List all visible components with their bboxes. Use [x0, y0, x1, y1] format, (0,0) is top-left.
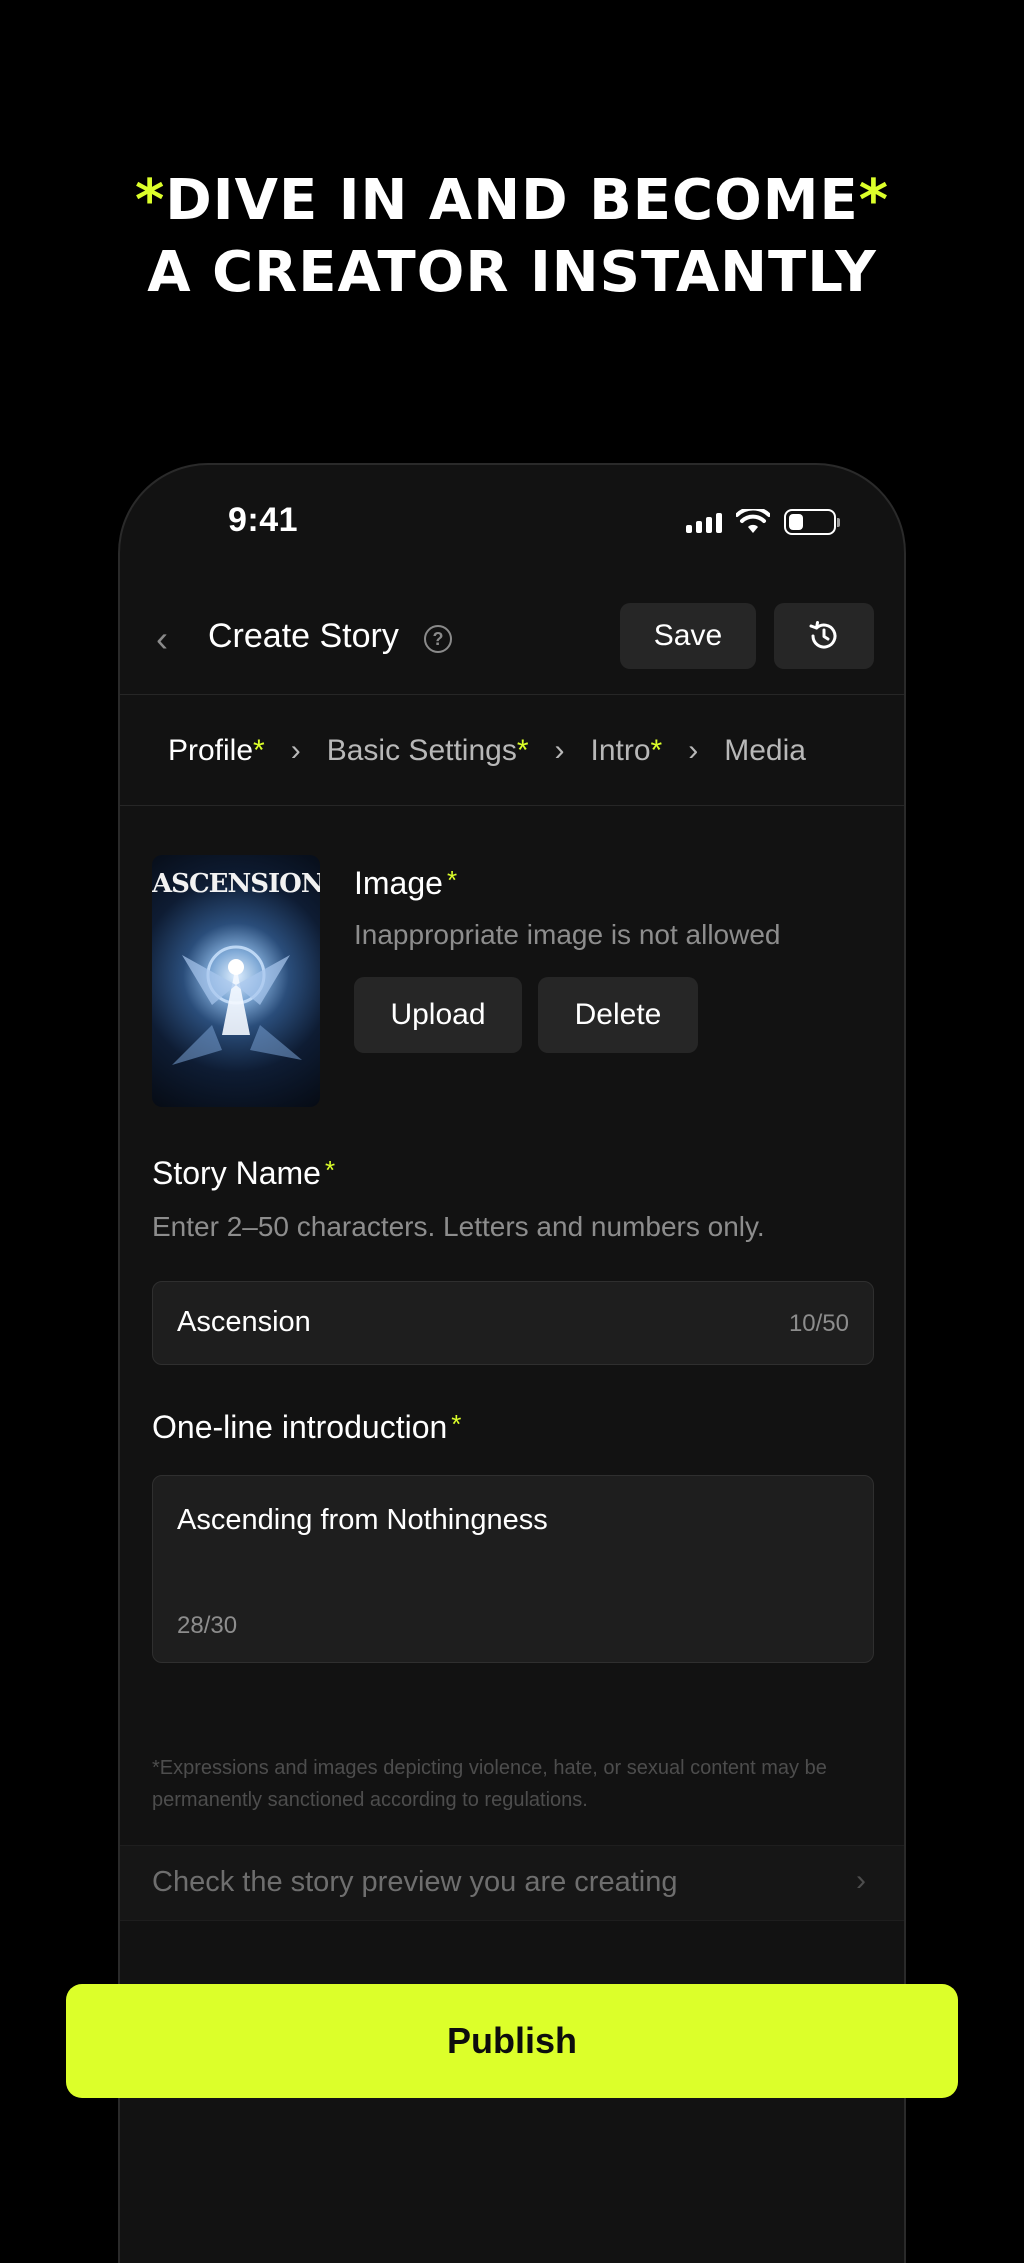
intro-textarea[interactable]: Ascending from Nothingness 28/30 — [152, 1475, 874, 1663]
status-icons — [686, 509, 840, 535]
delete-button[interactable]: Delete — [538, 977, 698, 1053]
image-hint: Inappropriate image is not allowed — [354, 919, 781, 950]
intro-counter: 28/30 — [177, 1612, 238, 1639]
intro-value: Ascending from Nothingness — [177, 1504, 548, 1536]
chevron-left-icon[interactable]: ‹ — [156, 619, 168, 659]
cover-figure — [172, 945, 302, 1065]
content-disclaimer: *Expressions and images depicting violen… — [152, 1757, 827, 1811]
preview-label: Check the story preview you are creating — [152, 1866, 678, 1898]
question-circle-icon[interactable]: ? — [424, 625, 452, 653]
step-basic-settings[interactable]: Basic Settings* — [327, 734, 529, 768]
story-name-label: Story Name * — [152, 1155, 336, 1191]
image-label: Image * — [354, 865, 458, 901]
headline-text-1: DIVE IN AND BECOME — [165, 168, 859, 233]
story-name-counter: 10/50 — [788, 1310, 849, 1337]
publish-button[interactable]: Publish — [66, 1984, 958, 2098]
promo-headline: *DIVE IN AND BECOME* A CREATOR INSTANTLY — [0, 165, 1024, 309]
step-profile[interactable]: Profile* — [168, 734, 265, 768]
battery-icon — [784, 509, 840, 535]
history-button[interactable] — [774, 603, 874, 669]
story-name-hint: Enter 2–50 characters. Letters and numbe… — [152, 1211, 765, 1242]
step-intro[interactable]: Intro* — [591, 734, 663, 768]
page-title: Create Story — [208, 617, 399, 655]
save-button[interactable]: Save — [620, 603, 756, 669]
intro-label: One-line introduction * — [152, 1409, 462, 1445]
chevron-right-icon: › — [856, 1864, 866, 1897]
status-bar: 9:41 — [120, 465, 904, 585]
chevron-right-icon: › — [554, 733, 565, 767]
chevron-right-icon: › — [688, 733, 699, 767]
history-icon — [809, 621, 837, 649]
headline-line-1: *DIVE IN AND BECOME* — [0, 165, 1024, 237]
wifi-icon — [736, 509, 770, 533]
story-name-value: Ascension — [177, 1306, 311, 1338]
headline-star-right: * — [858, 168, 889, 233]
headline-star-left: * — [134, 168, 166, 233]
chevron-right-icon: › — [290, 733, 301, 767]
story-preview-link[interactable]: Check the story preview you are creating… — [120, 1845, 904, 1921]
signal-icon — [686, 511, 722, 533]
headline-text-2: A CREATOR INSTANTLY — [147, 240, 877, 305]
step-navigation: Profile* › Basic Settings* › Intro* › Me… — [120, 696, 904, 806]
step-media[interactable]: Media — [724, 734, 806, 768]
status-time: 9:41 — [228, 501, 299, 539]
story-cover-image: ASCENSION — [152, 855, 320, 1107]
upload-button[interactable]: Upload — [354, 977, 522, 1053]
story-name-input[interactable]: Ascension 10/50 — [152, 1281, 874, 1365]
